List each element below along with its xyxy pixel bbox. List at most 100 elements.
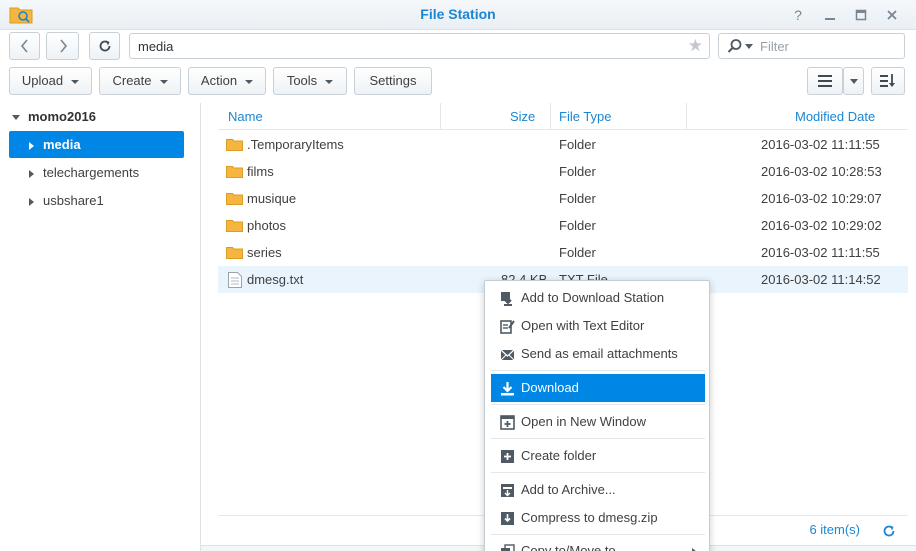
column-modified-date[interactable]: Modified Date bbox=[795, 103, 875, 130]
sidebar-item-telechargements[interactable]: telechargements bbox=[9, 159, 184, 186]
create-button[interactable]: Create bbox=[99, 67, 181, 95]
upload-button[interactable]: Upload bbox=[9, 67, 92, 95]
download-icon bbox=[501, 382, 514, 396]
expand-arrow-icon[interactable] bbox=[12, 115, 20, 121]
file-type: Folder bbox=[559, 245, 596, 260]
menu-item-download[interactable]: Download bbox=[491, 374, 705, 402]
column-divider[interactable] bbox=[686, 103, 687, 130]
menu-item-add-to-archive[interactable]: Add to Archive... bbox=[491, 476, 705, 504]
context-menu: Add to Download Station Open with Text E… bbox=[484, 280, 710, 551]
menu-item-compress[interactable]: Compress to dmesg.zip bbox=[491, 504, 705, 532]
new-window-icon bbox=[500, 415, 515, 430]
chevron-down-icon bbox=[849, 79, 858, 84]
column-size[interactable]: Size bbox=[510, 103, 535, 130]
sidebar-item-usbshare1[interactable]: usbshare1 bbox=[9, 187, 184, 214]
file-name: films bbox=[247, 164, 274, 179]
menu-separator bbox=[491, 534, 705, 535]
forward-button[interactable] bbox=[46, 32, 79, 60]
menu-separator bbox=[491, 438, 705, 439]
file-type: Folder bbox=[559, 164, 596, 179]
copy-move-icon bbox=[501, 544, 515, 551]
table-row[interactable]: series Folder 2016-03-02 11:11:55 bbox=[218, 239, 908, 266]
menu-item-create-folder[interactable]: Create folder bbox=[491, 442, 705, 470]
refresh-button[interactable] bbox=[89, 32, 120, 60]
action-button[interactable]: Action bbox=[188, 67, 266, 95]
chevron-down-icon bbox=[159, 79, 168, 84]
chevron-right-icon bbox=[59, 39, 67, 53]
folder-icon bbox=[226, 193, 243, 205]
file-name: series bbox=[247, 245, 282, 260]
modified-date: 2016-03-02 10:28:53 bbox=[761, 164, 882, 179]
menu-item-add-to-download-station[interactable]: Add to Download Station bbox=[491, 284, 705, 312]
column-name[interactable]: Name bbox=[228, 103, 263, 130]
table-row[interactable]: .TemporaryItems Folder 2016-03-02 11:11:… bbox=[218, 131, 908, 158]
back-button[interactable] bbox=[9, 32, 40, 60]
compress-icon bbox=[501, 512, 514, 525]
menu-separator bbox=[491, 472, 705, 473]
list-view-icon bbox=[818, 75, 832, 87]
list-view-button[interactable] bbox=[807, 67, 843, 95]
menu-item-copy-move[interactable]: Copy to/Move to bbox=[491, 537, 705, 551]
menu-separator bbox=[491, 370, 705, 371]
tree-root[interactable]: momo2016 bbox=[12, 109, 96, 124]
modified-date: 2016-03-02 10:29:07 bbox=[761, 191, 882, 206]
maximize-icon[interactable] bbox=[851, 5, 871, 25]
minimize-icon[interactable] bbox=[820, 5, 840, 25]
table-row[interactable]: musique Folder 2016-03-02 10:29:07 bbox=[218, 185, 908, 212]
table-row[interactable]: films Folder 2016-03-02 10:28:53 bbox=[218, 158, 908, 185]
star-icon[interactable]: ★ bbox=[688, 36, 703, 56]
title-bar: File Station ? bbox=[0, 0, 916, 30]
refresh-icon bbox=[99, 40, 110, 52]
modified-date: 2016-03-02 11:14:52 bbox=[761, 272, 881, 287]
modified-date: 2016-03-02 11:11:55 bbox=[761, 137, 880, 152]
filter-input[interactable]: Filter bbox=[718, 33, 905, 59]
menu-item-send-as-email[interactable]: Send as email attachments bbox=[491, 340, 705, 368]
column-file-type[interactable]: File Type bbox=[559, 103, 612, 130]
file-name: .TemporaryItems bbox=[247, 137, 344, 152]
modified-date: 2016-03-02 11:11:55 bbox=[761, 245, 880, 260]
path-text: media bbox=[138, 39, 174, 54]
expand-arrow-icon[interactable] bbox=[29, 141, 34, 150]
menu-item-open-with-text-editor[interactable]: Open with Text Editor bbox=[491, 312, 705, 340]
sort-button[interactable] bbox=[871, 67, 905, 95]
text-file-icon bbox=[228, 272, 242, 288]
view-dropdown-button[interactable] bbox=[843, 67, 864, 95]
expand-arrow-icon[interactable] bbox=[29, 169, 34, 178]
column-divider[interactable] bbox=[440, 103, 441, 130]
file-type: Folder bbox=[559, 137, 596, 152]
create-folder-icon bbox=[501, 450, 514, 463]
file-name: photos bbox=[247, 218, 287, 233]
folder-icon bbox=[226, 166, 243, 178]
sidebar-item-media[interactable]: media bbox=[9, 131, 184, 158]
email-icon bbox=[500, 349, 515, 361]
sort-icon bbox=[880, 74, 895, 87]
refresh-icon[interactable] bbox=[882, 524, 896, 538]
tools-button[interactable]: Tools bbox=[273, 67, 347, 95]
chevron-down-icon bbox=[245, 79, 254, 84]
dropdown-caret-icon bbox=[745, 44, 753, 49]
file-name: dmesg.txt bbox=[247, 272, 304, 287]
search-icon bbox=[727, 39, 742, 53]
close-icon[interactable] bbox=[882, 5, 902, 25]
menu-item-open-in-new-window[interactable]: Open in New Window bbox=[491, 408, 705, 436]
path-bar[interactable]: media ★ bbox=[129, 33, 710, 59]
settings-button[interactable]: Settings bbox=[354, 67, 432, 95]
item-count: 6 item(s) bbox=[809, 522, 860, 537]
chevron-down-icon bbox=[325, 79, 334, 84]
column-divider[interactable] bbox=[550, 103, 551, 130]
folder-icon bbox=[226, 220, 243, 232]
menu-separator bbox=[491, 404, 705, 405]
folder-icon bbox=[226, 247, 243, 259]
table-header: Name Size File Type Modified Date bbox=[218, 103, 908, 130]
file-name: musique bbox=[247, 191, 297, 206]
help-icon[interactable]: ? bbox=[788, 5, 808, 25]
download-station-icon bbox=[501, 292, 512, 306]
window-title: File Station bbox=[420, 6, 496, 22]
archive-icon bbox=[501, 484, 514, 497]
table-row[interactable]: photos Folder 2016-03-02 10:29:02 bbox=[218, 212, 908, 239]
expand-arrow-icon[interactable] bbox=[29, 197, 34, 206]
file-type: Folder bbox=[559, 191, 596, 206]
chevron-left-icon bbox=[20, 39, 28, 53]
text-editor-icon bbox=[500, 320, 515, 334]
sidebar: momo2016 media telechargements usbshare1 bbox=[0, 103, 201, 551]
